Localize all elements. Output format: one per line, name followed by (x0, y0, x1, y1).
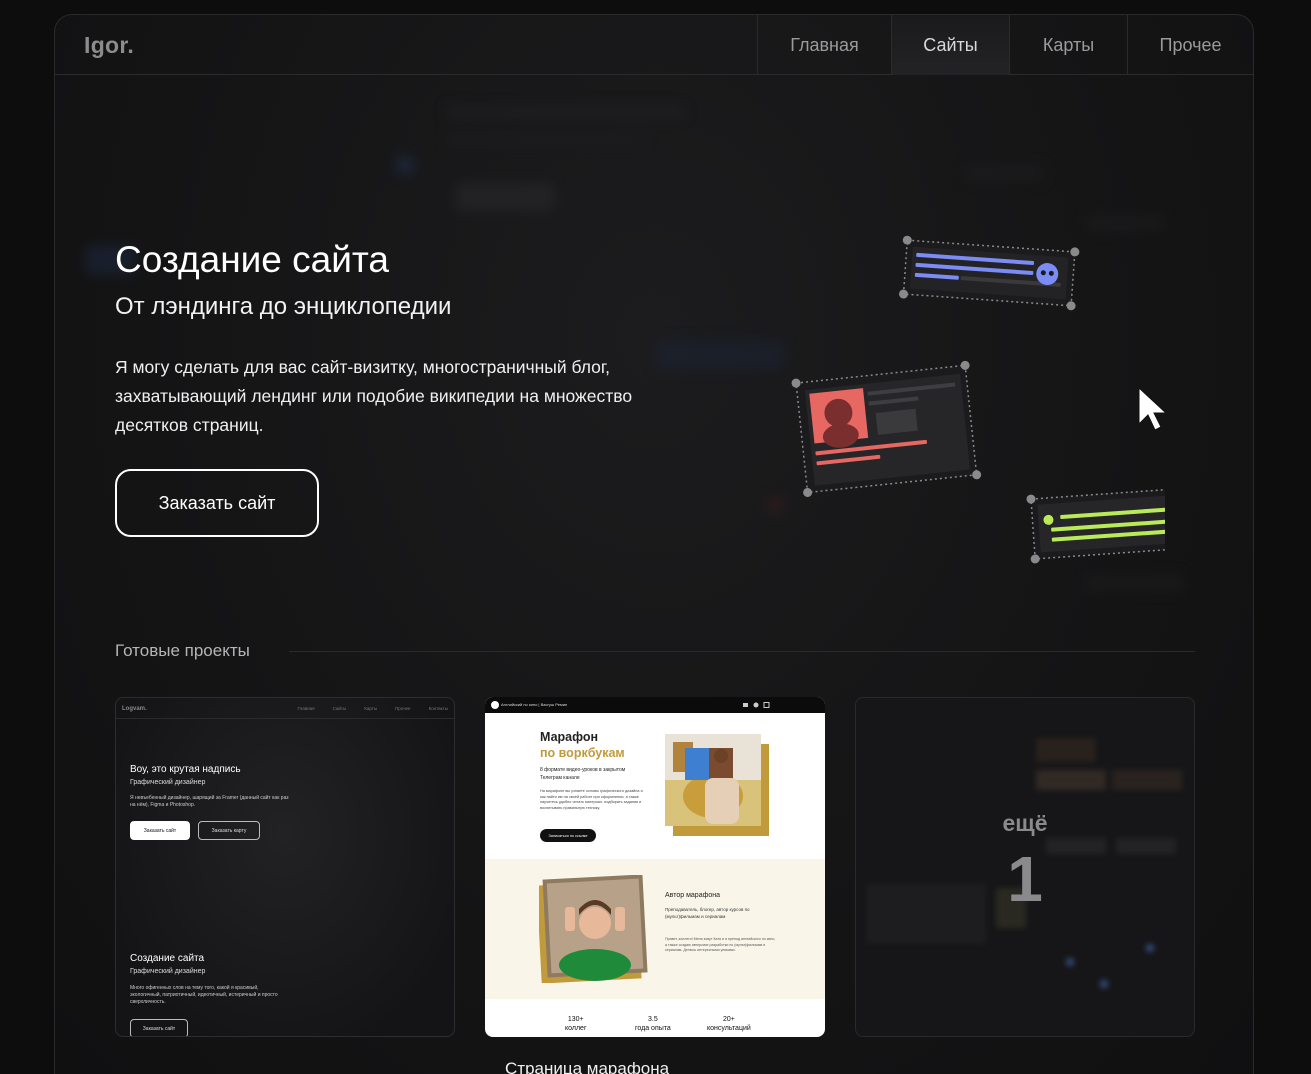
card2-stat-label: консультаций (707, 1025, 751, 1032)
card1-heading: Воу, это крутая надпись (130, 764, 241, 775)
card1-subheading2: Графический дизайнер (130, 968, 206, 975)
nav-item-other[interactable]: Прочее (1127, 15, 1253, 75)
card1-nav-item: Прочее (395, 706, 411, 711)
card1-order-site-button2: Заказать сайт (130, 1019, 188, 1036)
project-card-more[interactable]: ещё 1 (855, 697, 1195, 1037)
card2-stat-value: 3.5 (648, 1016, 658, 1023)
card1-subheading: Графический дизайнер (130, 779, 206, 786)
card2-stat-value: 130+ (567, 1016, 584, 1023)
card1-heading2: Создание сайта (130, 953, 205, 964)
site-logo[interactable]: Igor. (84, 32, 134, 59)
card2-text: На марафоне вы узнаете основы графическо… (540, 789, 643, 810)
hero-description: Я могу сделать для вас сайт-визитку, мно… (115, 357, 633, 435)
card2-logo-icon (491, 701, 499, 709)
card2-title-line2: по воркбукам (540, 746, 625, 760)
card2-author-title: Автор марафона (665, 892, 720, 899)
card2-stat: 20+ консультаций (707, 1015, 751, 1033)
card2-subtitle: 8 формате видео-уроков в закрытом Телегр… (540, 767, 626, 781)
top-navbar: Igor. Главная Сайты Карты Прочее (55, 15, 1253, 75)
card2-author-subtitle: Преподаватель, блогер, автор курсов по (… (665, 907, 750, 919)
card2-topbar-text: Английский по кино | Васгуш Ремин (501, 702, 568, 707)
cursor-icon (1138, 386, 1165, 431)
card2-stat: 3.5 года опыта (635, 1015, 671, 1033)
card2-author-text: Привет, коллеги! Меня зовут Катя и я пре… (665, 937, 776, 952)
project-card-designer[interactable]: Logvam. Главная Сайты Карты Прочее Конта… (115, 697, 455, 1037)
card1-order-map-button: Заказать карту (198, 821, 260, 840)
project-card-marathon[interactable]: Английский по кино | Васгуш Ремин Марафо… (485, 697, 825, 1037)
card3-more-count: 1 (1007, 843, 1043, 915)
card2-photo-author (539, 875, 648, 983)
card1-nav-item: Сайты (332, 706, 347, 711)
card1-nav-item: Главная (297, 706, 315, 711)
card2-social-icons (743, 702, 770, 708)
card1-divider (116, 718, 454, 719)
nav-item-home[interactable]: Главная (757, 15, 891, 75)
card1-text: Я невъебенный дизайнер, шарящий за Frame… (130, 795, 289, 808)
hero-title: Создание сайта (115, 239, 390, 280)
illustration-widget-blue (898, 235, 1080, 311)
card2-signup-button: Записаться по ссылке (540, 829, 596, 842)
page-frame: Igor. Главная Сайты Карты Прочее Создани… (54, 14, 1254, 1074)
card3-more-label: ещё (1002, 810, 1048, 836)
illustration-widget-green (1026, 486, 1165, 564)
projects-section-title: Готовые проекты (115, 641, 250, 660)
hero-subtitle: От лэндинга до энциклопедии (115, 293, 452, 320)
section-divider (289, 651, 1195, 652)
card2-photo-reading (665, 734, 769, 836)
card1-nav-item: Карты (364, 706, 378, 711)
card2-stat-value: 20+ (722, 1016, 735, 1023)
card2-author-band (485, 859, 825, 999)
hero-illustration (791, 235, 1165, 564)
card2-caption: Страница марафона (505, 1059, 670, 1074)
card2-topbar: Английский по кино | Васгуш Ремин (485, 697, 825, 713)
card1-nav: Главная Сайты Карты Прочее Контакты (297, 706, 448, 711)
card2-stat: 130+ коллег (565, 1015, 587, 1033)
card2-stat-label: коллег (565, 1025, 587, 1032)
order-site-button[interactable]: Заказать сайт (115, 469, 319, 537)
nav-item-sites[interactable]: Сайты (891, 15, 1009, 75)
card2-stat-label: года опыта (635, 1025, 671, 1032)
illustration-widget-red (791, 360, 982, 498)
card1-order-site-button: Заказать сайт (130, 821, 190, 840)
card1-logo: Logvam. (122, 706, 147, 712)
nav-item-maps[interactable]: Карты (1009, 15, 1127, 75)
card2-title-line1: Марафон (540, 730, 599, 744)
main-nav: Главная Сайты Карты Прочее (757, 15, 1253, 75)
card1-nav-item: Контакты (428, 706, 448, 711)
card1-text2: Много офигенных слов на тему того, какой… (130, 985, 278, 1005)
